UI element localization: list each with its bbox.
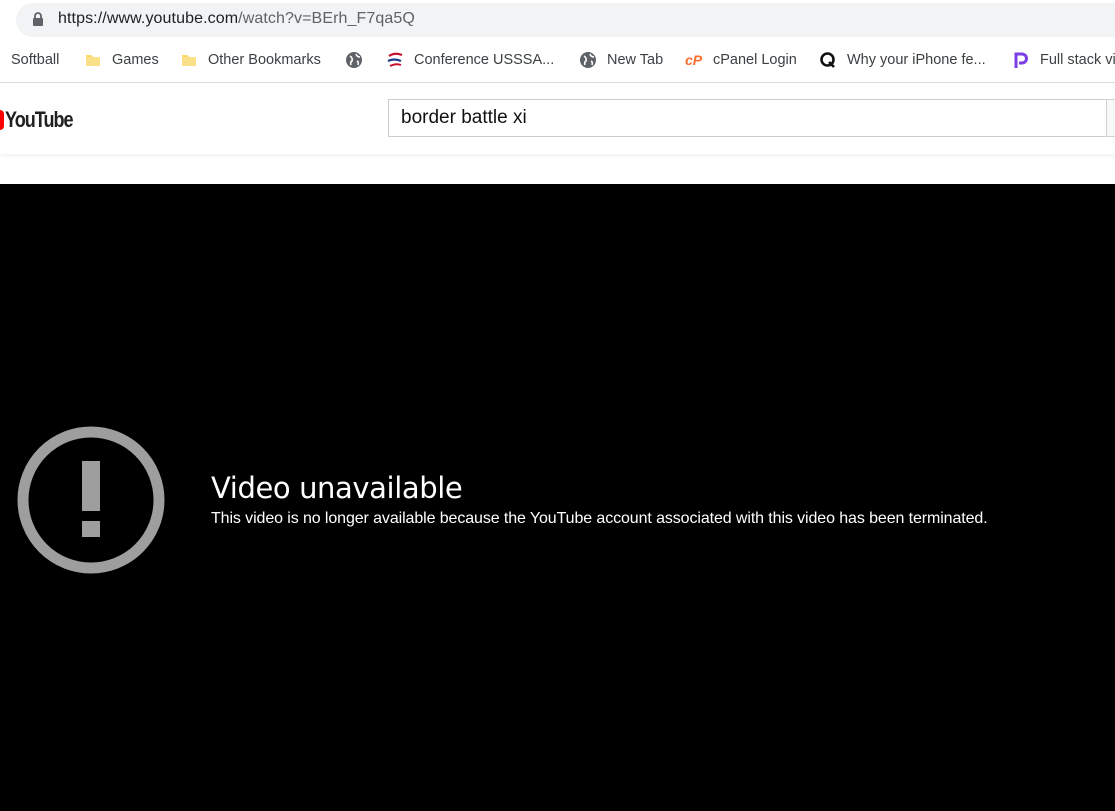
youtube-header: YouTube border battle xi — [0, 83, 1115, 154]
bookmark-full-stack[interactable]: Full stack vi — [1012, 40, 1115, 80]
p-logo-icon — [1012, 51, 1030, 69]
address-bar: https://www.youtube.com/watch?v=BErh_F7q… — [0, 0, 1115, 40]
bookmark-globe[interactable] — [345, 40, 373, 80]
bookmark-label: Why your iPhone fe... — [847, 52, 986, 68]
url-host: https://www.youtube.com — [58, 10, 239, 27]
bookmark-new-tab[interactable]: New Tab — [579, 40, 663, 80]
bookmarks-bar: Softball Games Other Bookmarks Conferenc… — [0, 40, 1115, 83]
globe-icon — [579, 51, 597, 69]
bookmark-conference-usssa[interactable]: Conference USSSA... — [386, 40, 554, 80]
search-button[interactable] — [1106, 99, 1115, 137]
bookmark-label: Games — [112, 52, 159, 68]
error-message: This video is no longer available becaus… — [211, 510, 988, 527]
url-text[interactable]: https://www.youtube.com/watch?v=BErh_F7q… — [58, 10, 415, 28]
alert-icon — [16, 425, 166, 575]
search-input-value: border battle xi — [401, 107, 527, 128]
error-title: Video unavailable — [211, 471, 463, 505]
folder-icon — [84, 51, 102, 69]
bookmark-softball[interactable]: Softball — [11, 40, 59, 80]
bookmark-label: Full stack vi — [1040, 52, 1115, 68]
quora-icon — [819, 51, 837, 69]
bookmark-why-your-iphone[interactable]: Why your iPhone fe... — [819, 40, 986, 80]
youtube-logo[interactable]: YouTube — [0, 107, 87, 132]
bookmark-cpanel-login[interactable]: cP cPanel Login — [685, 40, 797, 80]
youtube-play-icon — [0, 110, 4, 130]
bookmark-other-bookmarks[interactable]: Other Bookmarks — [180, 40, 321, 80]
usssa-icon — [386, 51, 404, 69]
url-path: /watch?v=BErh_F7qa5Q — [238, 10, 415, 27]
bookmark-label: Other Bookmarks — [208, 52, 321, 68]
bookmark-games[interactable]: Games — [84, 40, 159, 80]
svg-text:cP: cP — [685, 52, 703, 68]
youtube-logo-text: YouTube — [5, 107, 74, 132]
bookmark-label: cPanel Login — [713, 52, 797, 68]
globe-icon — [345, 51, 363, 69]
cpanel-icon: cP — [685, 51, 703, 69]
bookmark-label: Conference USSSA... — [414, 52, 555, 68]
lock-icon[interactable] — [32, 12, 44, 26]
search-input[interactable]: border battle xi — [388, 99, 1107, 137]
folder-icon — [180, 51, 198, 69]
bookmark-label: Softball — [11, 52, 60, 68]
bookmark-label: New Tab — [607, 52, 664, 68]
video-player[interactable]: Video unavailable This video is no longe… — [0, 184, 1115, 811]
